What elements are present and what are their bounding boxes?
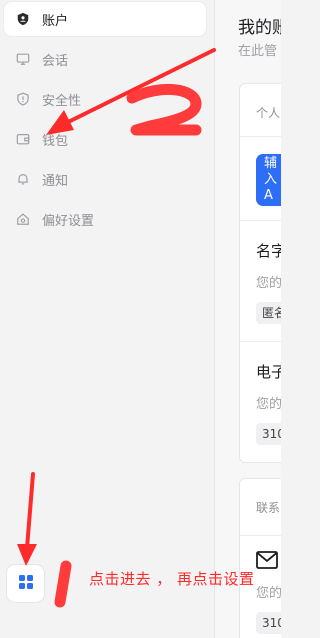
section-header: 个人 [256, 106, 281, 120]
apps-grid-icon [18, 574, 34, 594]
name-label: 名字 [256, 242, 281, 260]
divider [240, 535, 281, 536]
sidebar-item-label: 钱包 [42, 133, 69, 149]
monitor-icon [15, 51, 31, 67]
bell-icon [15, 171, 31, 187]
sidebar-item-sessions[interactable]: 会话 [4, 42, 206, 76]
avatar-text: 入 [264, 172, 278, 187]
page-subtitle: 在此管 [238, 44, 278, 59]
divider [240, 136, 281, 137]
sidebar-item-wallet[interactable]: 钱包 [4, 122, 206, 156]
name-hint: 您的 [256, 276, 281, 291]
contact-value[interactable]: 310 [256, 612, 281, 634]
email-value[interactable]: 310 [256, 423, 281, 445]
page-title: 我的账 [238, 18, 281, 38]
sidebar-item-account[interactable]: 账户 [4, 2, 206, 36]
sidebar-item-notifications[interactable]: 通知 [4, 162, 206, 196]
apps-button[interactable] [7, 565, 44, 602]
divider [240, 220, 281, 221]
account-shield-icon [15, 11, 31, 27]
email-hint: 您的 [256, 397, 281, 412]
main-panel: 我的账 在此管 个人 辅 入 A 名字 您的 匿名 电子 您的 310 联系 您… [214, 0, 281, 638]
sidebar-item-label: 安全性 [42, 93, 82, 109]
email-label: 电子 [256, 363, 281, 381]
section-header: 联系 [256, 501, 281, 515]
avatar-text: A [264, 188, 273, 203]
avatar-text: 辅 [264, 156, 278, 171]
sidebar-item-label: 账户 [42, 13, 69, 29]
contact-card: 联系 您的 310 [239, 478, 281, 638]
sidebar-item-label: 通知 [42, 173, 69, 189]
sidebar: 账户 会话 安全性 钱包 通知 偏好设置 [0, 0, 214, 638]
home-gear-icon [15, 211, 31, 227]
annotation-instruction: 点击进去 ， 再点击设置 [89, 570, 255, 588]
avatar[interactable]: 辅 入 A [256, 154, 281, 206]
sidebar-item-label: 偏好设置 [42, 213, 95, 229]
sidebar-item-label: 会话 [42, 53, 69, 69]
personal-info-card: 个人 辅 入 A 名字 您的 匿名 电子 您的 310 [239, 83, 281, 463]
name-value[interactable]: 匿名 [256, 302, 281, 324]
sidebar-item-security[interactable]: 安全性 [4, 82, 206, 116]
wallet-icon [15, 131, 31, 147]
divider [240, 341, 281, 342]
shield-icon [15, 91, 31, 107]
sidebar-item-preferences[interactable]: 偏好设置 [4, 202, 206, 236]
